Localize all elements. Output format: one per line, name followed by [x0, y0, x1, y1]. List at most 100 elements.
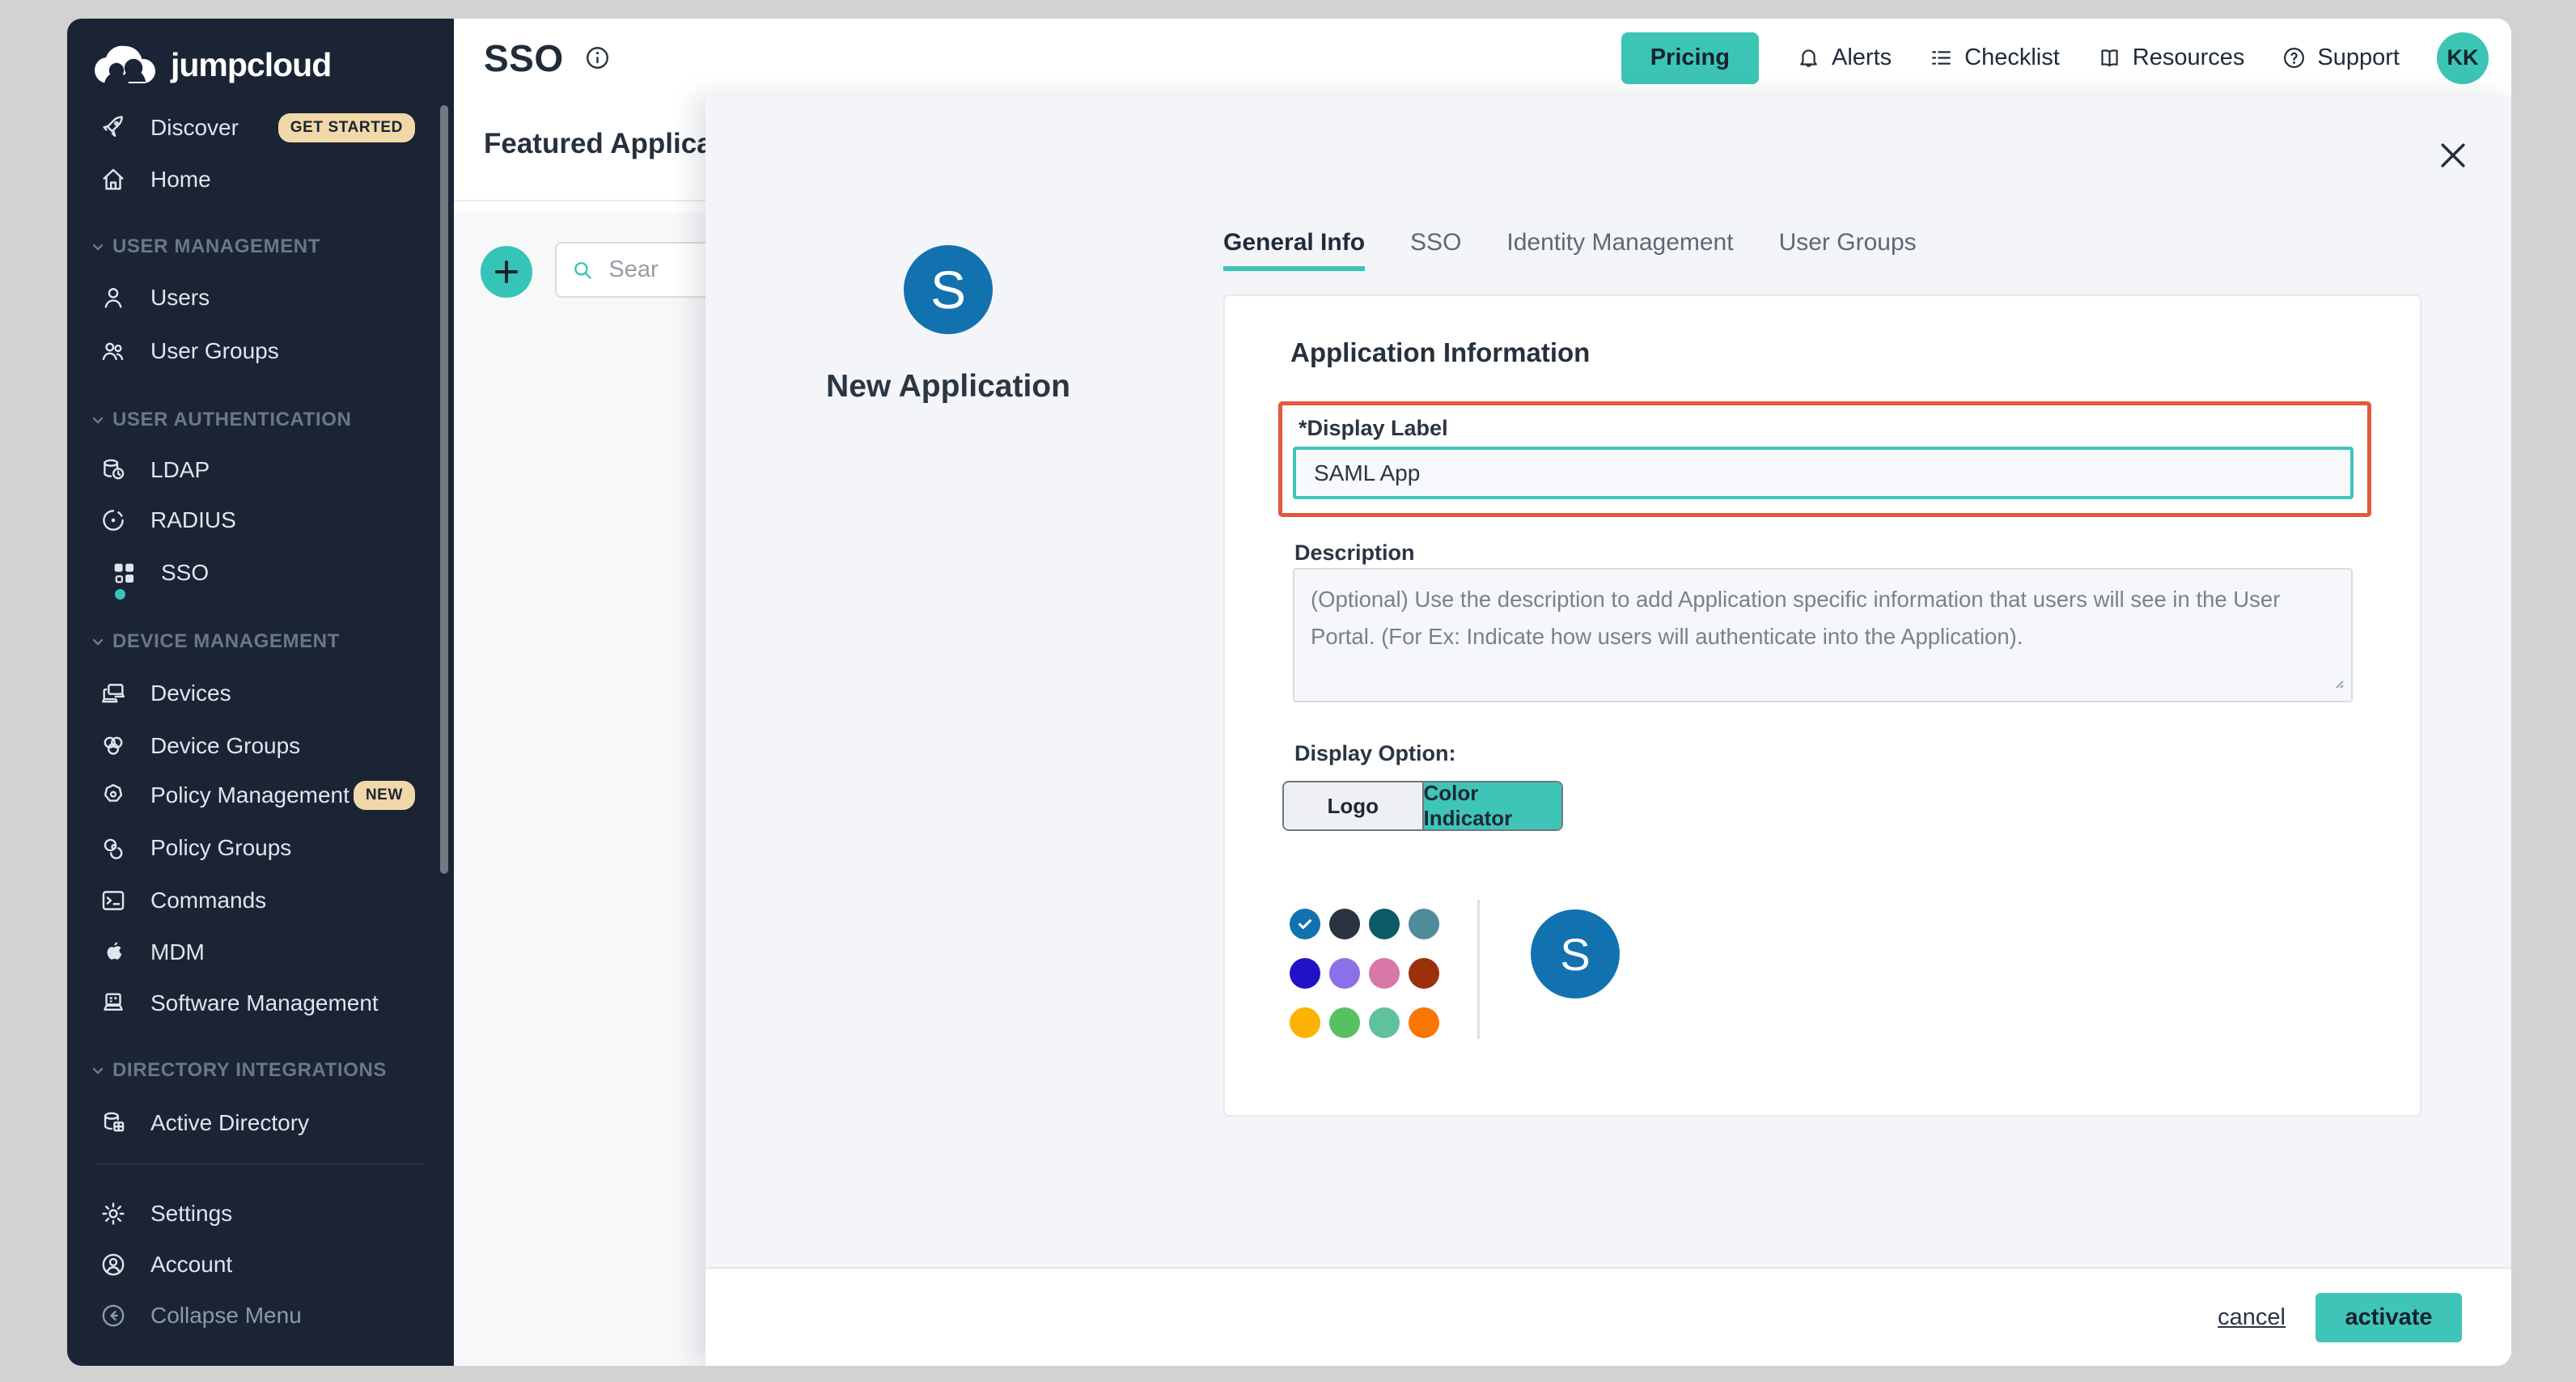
active-directory-icon [99, 1109, 128, 1138]
sidebar-section-user-authentication[interactable]: USER AUTHENTICATION [67, 394, 454, 446]
sidebar-item-label: Commands [150, 888, 266, 914]
sidebar-item-devices[interactable]: Devices [67, 668, 454, 719]
active-indicator-dot [115, 589, 125, 600]
book-icon [2097, 45, 2122, 70]
sidebar-item-label: Active Directory [150, 1110, 309, 1136]
display-option-toggle: LogoColor Indicator [1282, 781, 1563, 831]
user-avatar[interactable]: KK [2437, 32, 2489, 84]
modal-footer: cancel activate [705, 1267, 2511, 1366]
ldap-database-icon [99, 456, 128, 485]
sidebar-section-label: DEVICE MANAGEMENT [112, 630, 340, 653]
color-preview-avatar: S [1531, 909, 1620, 998]
sidebar-item-mdm[interactable]: MDM [67, 926, 454, 978]
sidebar-item-software-management[interactable]: Software Management [67, 977, 454, 1029]
sidebar-item-label: Home [150, 167, 211, 193]
logo-wordmark: jumpcloud [171, 46, 331, 84]
sidebar-item-commands[interactable]: Commands [67, 875, 454, 926]
sidebar-section-label: DIRECTORY INTEGRATIONS [112, 1059, 387, 1082]
sidebar-section-user-management[interactable]: USER MANAGEMENT [67, 221, 454, 273]
color-swatch-5[interactable] [1290, 958, 1320, 989]
sidebar-item-label: MDM [150, 939, 205, 965]
color-swatch-7[interactable] [1369, 958, 1400, 989]
tab-identity-management[interactable]: Identity Management [1506, 229, 1733, 271]
tab-user-groups[interactable]: User Groups [1779, 229, 1917, 271]
sidebar-item-policy-management[interactable]: Policy ManagementNEW [67, 769, 454, 821]
display-label-label: *Display Label [1299, 416, 1448, 441]
home-icon [99, 165, 128, 194]
display-label-input[interactable] [1293, 447, 2354, 499]
display-option-label: Display Option: [1294, 741, 1456, 766]
color-swatch-8[interactable] [1409, 958, 1439, 989]
sidebar-scrollbar[interactable] [440, 105, 448, 874]
sidebar-item-label: Devices [150, 680, 231, 706]
sidebar-item-label: Policy Groups [150, 835, 291, 861]
color-swatch-9[interactable] [1290, 1007, 1320, 1038]
appbar-action-resources[interactable]: Resources [2097, 45, 2245, 71]
application-avatar: S [904, 245, 993, 334]
commands-terminal-icon [99, 886, 128, 915]
appbar-action-alerts[interactable]: Alerts [1796, 45, 1892, 71]
color-swatch-grid [1290, 909, 1439, 1038]
application-information-card: Application Information *Display Label D… [1223, 295, 2421, 1117]
new-application-modal: S New Application General Info SSO Identit… [705, 95, 2511, 1366]
sidebar-badge: GET STARTED [278, 113, 415, 142]
chevron-down-icon [90, 239, 106, 255]
display-option-color-indicator[interactable]: Color Indicator [1422, 782, 1562, 829]
sidebar-item-label: Policy Management [150, 782, 350, 808]
sidebar-item-label: Software Management [150, 990, 379, 1016]
description-textarea[interactable] [1293, 568, 2353, 702]
sidebar-item-policy-groups[interactable]: Policy Groups [67, 822, 454, 874]
rocket-icon [99, 113, 128, 142]
sidebar-item-active-directory[interactable]: Active Directory [67, 1097, 454, 1149]
color-swatch-4[interactable] [1409, 909, 1439, 939]
sidebar-item-sso[interactable]: SSO [67, 547, 454, 599]
search-icon [571, 257, 594, 283]
sidebar-item-radius[interactable]: RADIUS [67, 494, 454, 546]
color-swatch-12[interactable] [1409, 1007, 1439, 1038]
color-swatch-2[interactable] [1329, 909, 1360, 939]
sidebar-item-label: Settings [150, 1201, 232, 1227]
sso-grid-icon [109, 558, 138, 587]
account-icon [99, 1250, 128, 1279]
tab-sso[interactable]: SSO [1410, 229, 1461, 271]
appbar-actions: Pricing AlertsChecklistResourcesSupport … [1621, 32, 2489, 84]
sidebar-item-user-groups[interactable]: User Groups [67, 325, 454, 377]
collapse-arrow-icon [99, 1301, 128, 1330]
sidebar-item-settings[interactable]: Settings [67, 1188, 454, 1240]
sidebar-item-users[interactable]: Users [67, 272, 454, 324]
sidebar-item-label: Discover [150, 115, 239, 141]
sidebar-item-label: User Groups [150, 338, 279, 364]
color-swatch-6[interactable] [1329, 958, 1360, 989]
sidebar-item-collapse-menu[interactable]: Collapse Menu [67, 1290, 454, 1342]
user-group-icon [99, 337, 128, 366]
sidebar-item-label: Device Groups [150, 733, 300, 759]
swatch-preview-divider [1477, 900, 1480, 1039]
appbar-action-support[interactable]: Support [2282, 45, 2400, 71]
color-swatch-11[interactable] [1369, 1007, 1400, 1038]
application-name: New Application [746, 369, 1150, 405]
cancel-button[interactable]: cancel [2218, 1304, 2286, 1331]
sidebar-section-device-management[interactable]: DEVICE MANAGEMENT [67, 616, 454, 668]
activate-button[interactable]: activate [2315, 1293, 2462, 1342]
sidebar-section-directory-integrations[interactable]: DIRECTORY INTEGRATIONS [67, 1045, 454, 1096]
sidebar-item-label: Users [150, 285, 210, 311]
color-swatch-3[interactable] [1369, 909, 1400, 939]
appbar-action-checklist[interactable]: Checklist [1929, 45, 2060, 71]
question-icon [2282, 45, 2307, 70]
tab-general-info[interactable]: General Info [1223, 229, 1365, 271]
page-title: SSO [484, 36, 564, 80]
add-application-button[interactable] [481, 246, 532, 298]
sidebar-item-account[interactable]: Account [67, 1239, 454, 1291]
jumpcloud-cloud-icon [91, 43, 159, 87]
pricing-button[interactable]: Pricing [1621, 32, 1759, 84]
sidebar-item-ldap[interactable]: LDAP [67, 444, 454, 496]
sidebar-item-device-groups[interactable]: Device Groups [67, 720, 454, 772]
color-swatch-1-selected[interactable] [1290, 909, 1320, 939]
bell-icon [1796, 45, 1821, 70]
close-icon[interactable] [2435, 138, 2471, 173]
sidebar-item-discover[interactable]: Discover GET STARTED [67, 102, 454, 154]
info-icon[interactable] [585, 45, 610, 70]
display-option-logo[interactable]: Logo [1284, 782, 1422, 829]
color-swatch-10[interactable] [1329, 1007, 1360, 1038]
sidebar-item-home[interactable]: Home [67, 154, 454, 206]
